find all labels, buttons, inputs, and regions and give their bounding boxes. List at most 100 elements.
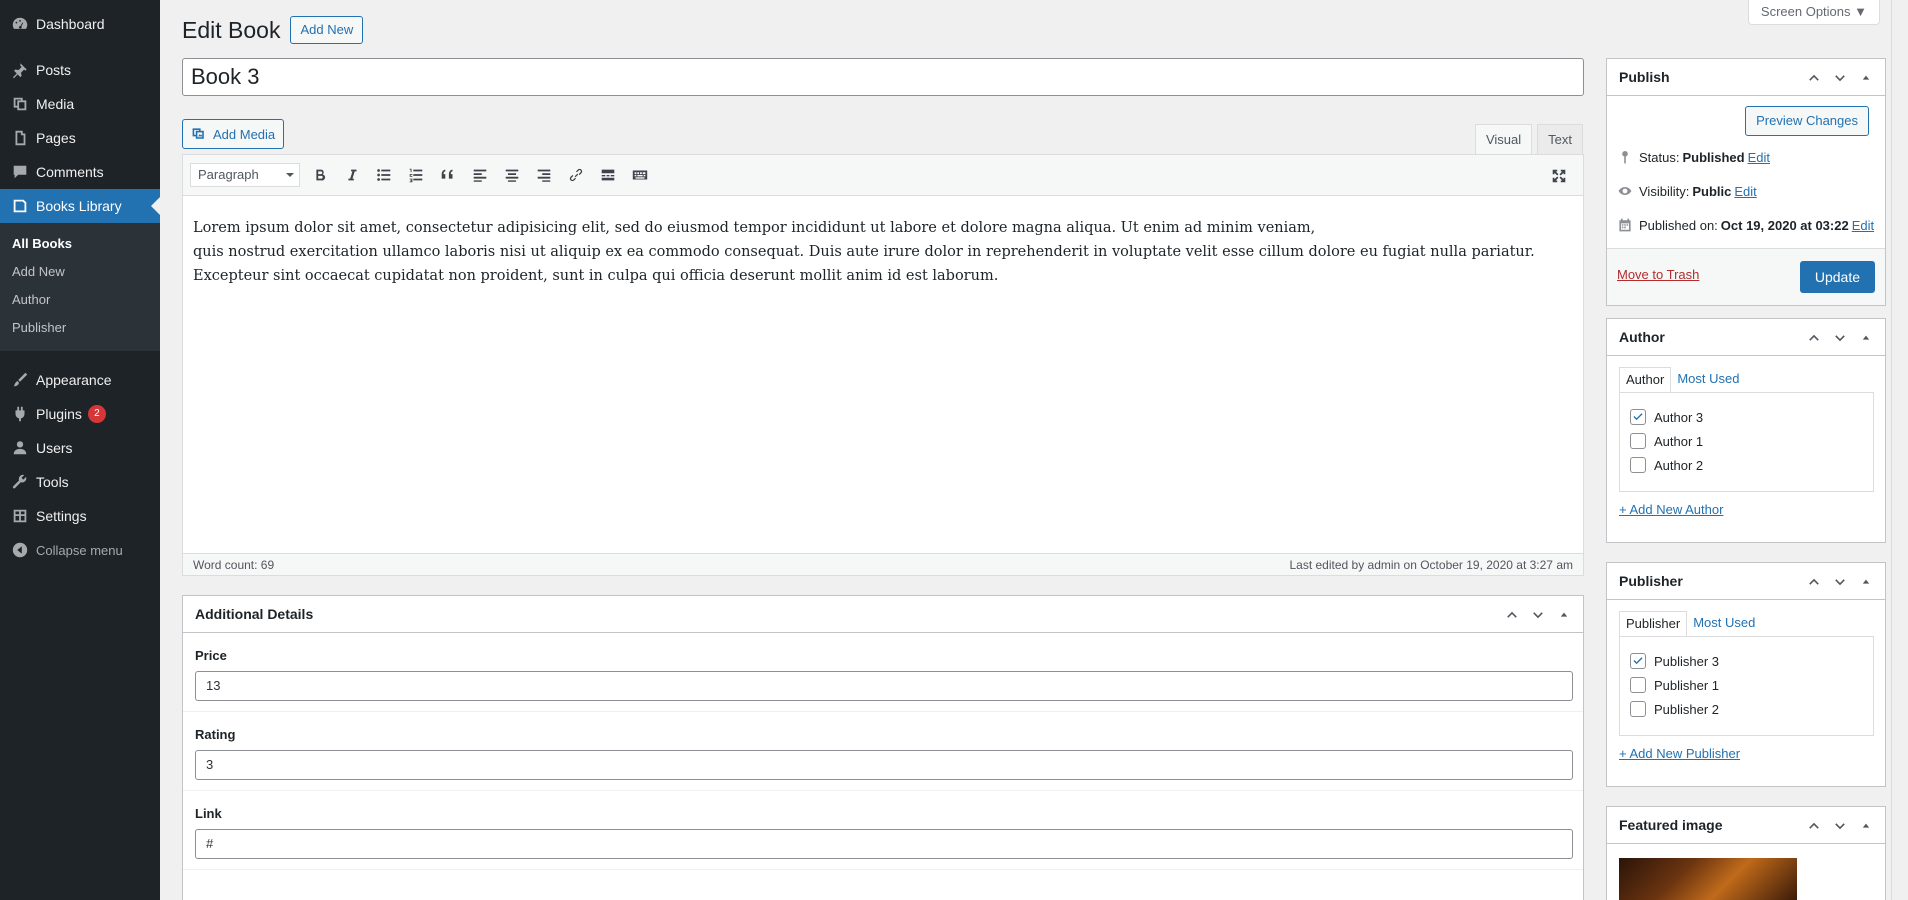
chevron-down-icon [1835, 823, 1845, 830]
move-down-button[interactable] [1827, 67, 1853, 89]
author-checkbox[interactable] [1630, 433, 1646, 449]
move-down-button[interactable] [1827, 571, 1853, 593]
author-item[interactable]: Author 2 [1630, 453, 1873, 477]
author-tabs: Author Most Used [1619, 367, 1745, 393]
move-up-button[interactable] [1801, 571, 1827, 593]
publisher-item-label: Publisher 1 [1654, 677, 1720, 693]
italic-button[interactable] [336, 160, 368, 190]
editor-content[interactable]: Lorem ipsum dolor sit amet, consectetur … [183, 196, 1583, 553]
move-up-button[interactable] [1801, 67, 1827, 89]
tab-visual[interactable]: Visual [1474, 124, 1533, 154]
post-title-input[interactable]: Book 3 [182, 58, 1584, 96]
publisher-checkbox[interactable] [1630, 701, 1646, 717]
author-item[interactable]: Author 3 [1630, 405, 1873, 429]
additional-details-box: Additional Details Price 13 Rating 3 Lin… [182, 595, 1584, 900]
move-down-button[interactable] [1525, 604, 1551, 626]
menu-item-appearance[interactable]: Appearance [0, 363, 160, 397]
box-handle-actions [1801, 815, 1879, 837]
author-checkbox[interactable] [1630, 457, 1646, 473]
toggle-panel-button[interactable] [1853, 327, 1879, 349]
menu-item-media[interactable]: Media [0, 87, 160, 121]
add-new-button[interactable]: Add New [290, 16, 364, 44]
move-up-button[interactable] [1801, 815, 1827, 837]
menu-label: Tools [36, 474, 69, 490]
align-right-button[interactable] [528, 160, 560, 190]
menu-item-dashboard[interactable]: Dashboard [0, 7, 160, 41]
publisher-item[interactable]: Publisher 1 [1630, 673, 1873, 697]
submenu-add-new[interactable]: Add New [0, 258, 160, 286]
toggle-panel-button[interactable] [1853, 571, 1879, 593]
move-down-button[interactable] [1827, 327, 1853, 349]
link-input[interactable]: # [195, 829, 1573, 859]
menu-item-posts[interactable]: Posts [0, 53, 160, 87]
toggle-panel-button[interactable] [1551, 604, 1577, 626]
bulleted-list-button[interactable] [368, 160, 400, 190]
submenu-all-books[interactable]: All Books [0, 230, 160, 258]
tab-text[interactable]: Text [1537, 124, 1583, 154]
publisher-checkbox-checked[interactable] [1630, 653, 1646, 669]
author-box: Author Author Most Used Author 3 Author … [1606, 318, 1886, 543]
tab-all-authors[interactable]: Author [1619, 367, 1672, 393]
submenu-author[interactable]: Author [0, 286, 160, 314]
author-item[interactable]: Author 1 [1630, 429, 1873, 453]
numbered-list-button[interactable] [400, 160, 432, 190]
publisher-item[interactable]: Publisher 2 [1630, 697, 1873, 721]
menu-item-comments[interactable]: Comments [0, 155, 160, 189]
publisher-item[interactable]: Publisher 3 [1630, 649, 1873, 673]
screen-options-button[interactable]: Screen Options ▼ [1747, 0, 1880, 25]
edit-date-link[interactable]: Edit [1852, 218, 1874, 233]
content-line-1: Lorem ipsum dolor sit amet, consectetur … [193, 220, 1316, 236]
menu-item-plugins[interactable]: Plugins 2 [0, 397, 160, 431]
blockquote-button[interactable] [432, 160, 464, 190]
publisher-checkbox[interactable] [1630, 677, 1646, 693]
menu-item-users[interactable]: Users [0, 431, 160, 465]
add-new-author-link[interactable]: + Add New Author [1619, 502, 1723, 517]
tab-most-used-authors[interactable]: Most Used [1671, 367, 1745, 393]
update-button[interactable]: Update [1799, 261, 1875, 293]
collapse-icon [10, 540, 30, 560]
move-up-button[interactable] [1499, 604, 1525, 626]
move-up-button[interactable] [1801, 327, 1827, 349]
align-right-icon [537, 169, 551, 182]
add-media-button[interactable]: Add Media [182, 119, 285, 149]
chevron-up-icon [1507, 611, 1517, 618]
chevron-up-icon [1809, 822, 1819, 829]
tab-most-used-publishers[interactable]: Most Used [1687, 611, 1761, 637]
featured-image-thumbnail[interactable] [1619, 858, 1797, 900]
edit-status-link[interactable]: Edit [1748, 150, 1770, 165]
author-item-label: Author 3 [1654, 409, 1704, 425]
status-value: Published [1682, 149, 1745, 165]
publish-actions: Move to Trash Update [1607, 248, 1885, 305]
author-checkbox-checked[interactable] [1630, 409, 1646, 425]
move-to-trash-link[interactable]: Move to Trash [1617, 267, 1699, 282]
move-down-button[interactable] [1827, 815, 1853, 837]
preview-changes-button[interactable]: Preview Changes [1745, 106, 1869, 136]
menu-item-settings[interactable]: Settings [0, 499, 160, 533]
toggle-panel-button[interactable] [1853, 67, 1879, 89]
menu-item-tools[interactable]: Tools [0, 465, 160, 499]
fullscreen-button[interactable] [1543, 161, 1575, 191]
price-input[interactable]: 13 [195, 671, 1573, 701]
bold-button[interactable] [304, 160, 336, 190]
submenu-publisher[interactable]: Publisher [0, 314, 160, 342]
toolbar-toggle-button[interactable] [624, 160, 656, 190]
rating-label: Rating [195, 727, 236, 742]
tab-all-publishers[interactable]: Publisher [1619, 611, 1688, 637]
page-scrollbar[interactable] [1891, 0, 1908, 900]
align-left-button[interactable] [464, 160, 496, 190]
visibility-row: Visibility: Public Edit [1617, 183, 1757, 199]
menu-label: Books Library [36, 198, 122, 214]
read-more-button[interactable] [592, 160, 624, 190]
menu-label: Plugins [36, 406, 82, 422]
add-new-publisher-link[interactable]: + Add New Publisher [1619, 746, 1740, 761]
collapse-menu-button[interactable]: Collapse menu [0, 533, 160, 567]
align-center-button[interactable] [496, 160, 528, 190]
rating-input[interactable]: 3 [195, 750, 1573, 780]
toggle-panel-button[interactable] [1853, 815, 1879, 837]
featured-image-box: Featured image [1606, 806, 1886, 900]
menu-item-pages[interactable]: Pages [0, 121, 160, 155]
insert-link-button[interactable] [560, 160, 592, 190]
edit-visibility-link[interactable]: Edit [1734, 184, 1756, 199]
menu-item-books-library[interactable]: Books Library [0, 189, 160, 223]
format-select[interactable]: Paragraph [190, 163, 300, 187]
